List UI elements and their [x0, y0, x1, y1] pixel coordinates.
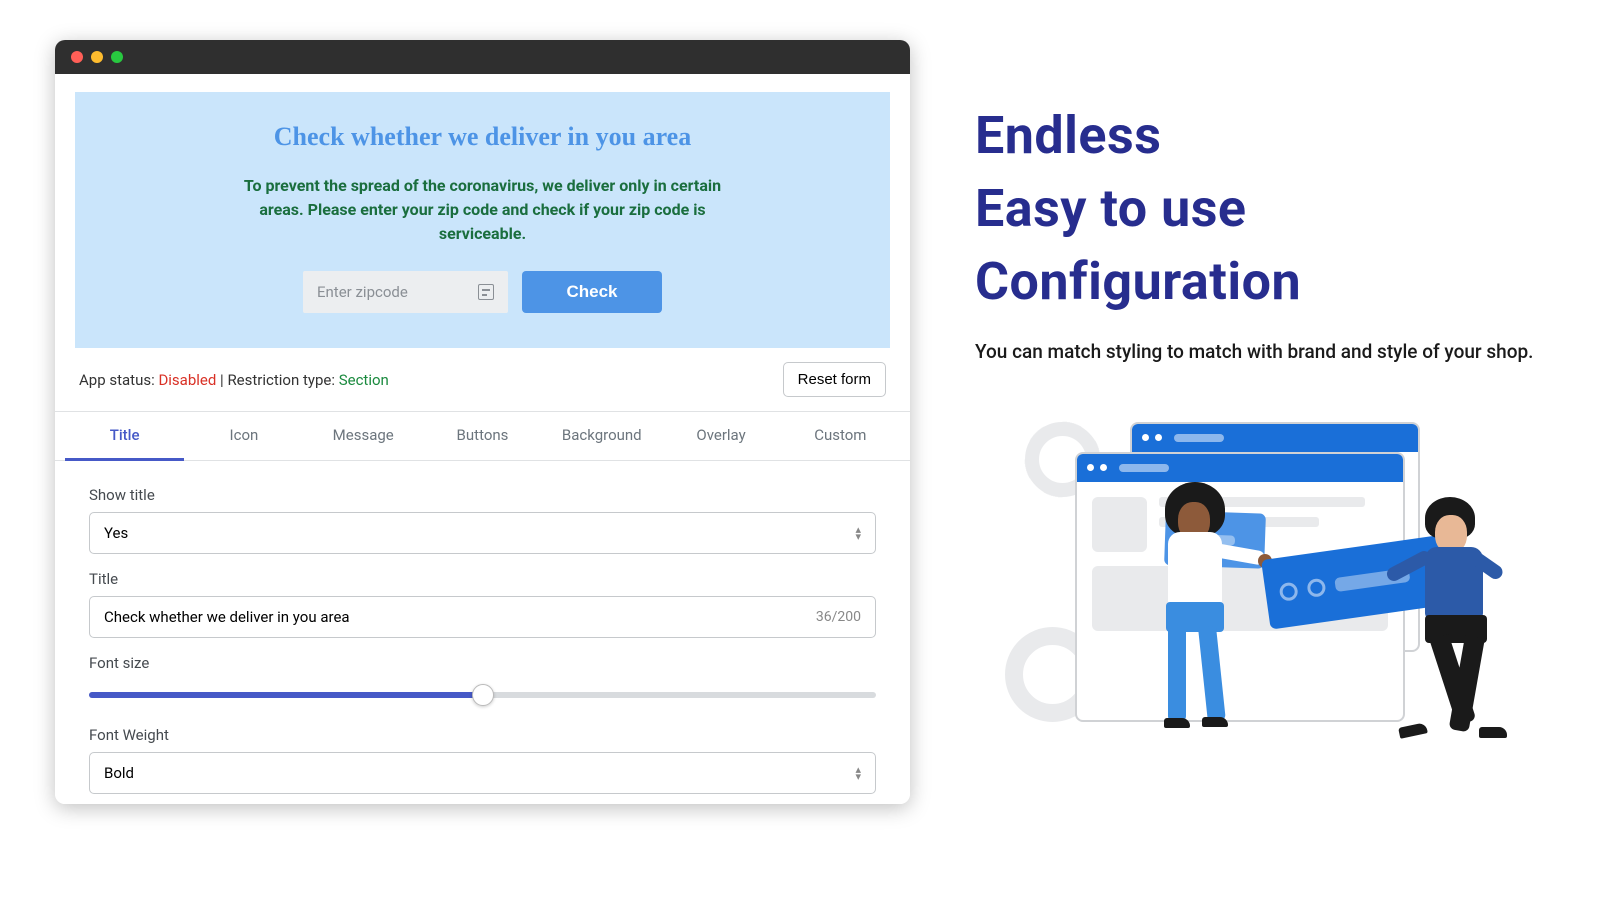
tab-title[interactable]: Title	[65, 412, 184, 461]
tab-icon[interactable]: Icon	[184, 412, 303, 460]
app-status-value: Disabled	[158, 371, 216, 389]
font-size-label: Font size	[89, 654, 876, 672]
title-field-label: Title	[89, 570, 876, 588]
reset-form-button[interactable]: Reset form	[783, 362, 886, 397]
title-char-counter: 36/200	[816, 609, 861, 625]
slider-thumb[interactable]	[472, 684, 494, 706]
font-weight-value: Bold	[104, 764, 134, 782]
restriction-type-value: Section	[339, 371, 389, 389]
font-size-slider[interactable]	[89, 680, 876, 710]
font-weight-label: Font Weight	[89, 726, 876, 744]
show-title-value: Yes	[104, 524, 128, 542]
browser-window: Check whether we deliver in you area To …	[55, 40, 910, 804]
tab-background[interactable]: Background	[542, 412, 661, 460]
title-input[interactable]: Check whether we deliver in you area 36/…	[89, 596, 876, 638]
app-status-label: App status:	[79, 371, 158, 389]
tab-message[interactable]: Message	[304, 412, 423, 460]
title-input-value: Check whether we deliver in you area	[104, 608, 350, 626]
window-close-icon[interactable]	[71, 51, 83, 63]
person-illustration-2	[1355, 497, 1525, 757]
status-separator: |	[216, 371, 227, 389]
tab-buttons[interactable]: Buttons	[423, 412, 542, 460]
font-weight-select[interactable]: Bold ▴▾	[89, 752, 876, 794]
restriction-type-label: Restriction type:	[227, 371, 338, 389]
window-maximize-icon[interactable]	[111, 51, 123, 63]
form-panel: Show title Yes ▴▾ Title Check whether we…	[75, 461, 890, 804]
promo-description: You can match styling to match with bran…	[975, 338, 1565, 367]
tab-overlay[interactable]: Overlay	[661, 412, 780, 460]
preview-message: To prevent the spread of the coronavirus…	[223, 174, 743, 246]
tab-bar: Title Icon Message Buttons Background Ov…	[55, 411, 910, 461]
select-chevron-icon: ▴▾	[855, 766, 861, 780]
contact-card-icon	[478, 284, 494, 300]
promo-sidebar: Endless Easy to use Configuration You ca…	[960, 0, 1600, 900]
slider-fill	[89, 692, 483, 698]
person-illustration-1	[1130, 482, 1260, 742]
promo-heading: Endless Easy to use Configuration	[975, 100, 1565, 318]
promo-illustration	[1035, 402, 1505, 752]
window-titlebar	[55, 40, 910, 74]
check-button[interactable]: Check	[522, 271, 662, 313]
status-bar: App status: Disabled | Restriction type:…	[75, 348, 890, 411]
window-minimize-icon[interactable]	[91, 51, 103, 63]
preview-panel: Check whether we deliver in you area To …	[75, 92, 890, 348]
show-title-select[interactable]: Yes ▴▾	[89, 512, 876, 554]
select-chevron-icon: ▴▾	[855, 526, 861, 540]
tab-custom[interactable]: Custom	[781, 412, 900, 460]
zipcode-placeholder: Enter zipcode	[317, 283, 408, 301]
show-title-label: Show title	[89, 486, 876, 504]
zipcode-input[interactable]: Enter zipcode	[303, 271, 508, 313]
preview-title: Check whether we deliver in you area	[105, 122, 860, 152]
